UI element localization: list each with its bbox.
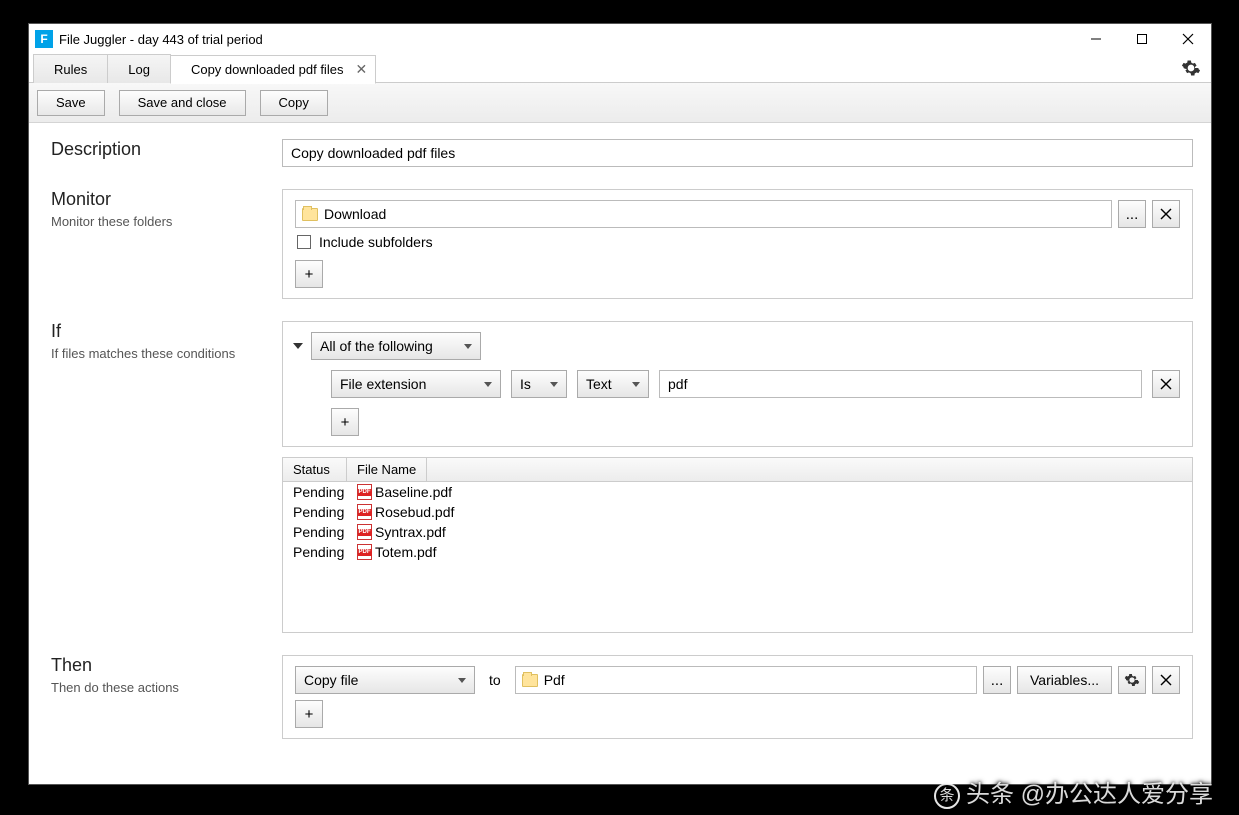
app-icon: F [35,30,53,48]
condition-operator-dropdown[interactable]: Is [511,370,567,398]
remove-action-button[interactable] [1152,666,1180,694]
add-condition-button[interactable]: + [331,408,359,436]
browse-folder-button[interactable]: ... [1118,200,1146,228]
pdf-icon [357,544,372,560]
settings-gear-icon[interactable] [1181,58,1201,83]
pdf-icon [357,504,372,520]
watermark: 条头条 @办公达人爱分享 [934,774,1213,809]
remove-condition-button[interactable] [1152,370,1180,398]
monitor-label: Monitor [51,189,282,210]
folder-icon [522,674,538,687]
description-input[interactable] [282,139,1193,167]
watermark-icon: 条 [934,783,960,809]
save-close-button[interactable]: Save and close [119,90,246,116]
col-filename[interactable]: File Name [347,458,427,481]
folder-icon [302,208,318,221]
monitor-sublabel: Monitor these folders [51,214,282,229]
cell-filename: Syntrax.pdf [357,524,446,540]
minimize-button[interactable] [1073,24,1119,54]
table-row[interactable]: PendingTotem.pdf [283,542,1192,562]
tab-log[interactable]: Log [107,54,171,83]
if-label: If [51,321,282,342]
tab-bar: Rules Log Copy downloaded pdf files ✕ [29,54,1211,83]
condition-type-dropdown[interactable]: Text [577,370,649,398]
save-button[interactable]: Save [37,90,105,116]
tab-active-rule[interactable]: Copy downloaded pdf files ✕ [170,55,376,84]
maximize-button[interactable] [1119,24,1165,54]
include-subfolders-label: Include subfolders [319,234,433,250]
close-button[interactable] [1165,24,1211,54]
cell-filename: Baseline.pdf [357,484,452,500]
condition-value-input[interactable] [659,370,1142,398]
include-subfolders-checkbox[interactable] [297,235,311,249]
copy-button[interactable]: Copy [260,90,328,116]
monitor-folder-input[interactable]: Download [295,200,1112,228]
pdf-icon [357,524,372,540]
col-status[interactable]: Status [283,458,347,481]
cell-filename: Totem.pdf [357,544,436,560]
action-settings-button[interactable] [1118,666,1146,694]
monitor-folder-name: Download [324,206,386,222]
application-window: F File Juggler - day 443 of trial period… [28,23,1212,785]
cell-status: Pending [293,544,357,560]
cell-status: Pending [293,504,357,520]
monitor-section: Monitor Monitor these folders Download .… [47,189,1193,299]
description-section: Description [47,139,1193,167]
to-label: to [489,672,501,688]
table-row[interactable]: PendingRosebud.pdf [283,502,1192,522]
table-row[interactable]: PendingSyntrax.pdf [283,522,1192,542]
cell-filename: Rosebud.pdf [357,504,454,520]
condition-field-dropdown[interactable]: File extension [331,370,501,398]
destination-folder-input[interactable]: Pdf [515,666,977,694]
destination-folder-name: Pdf [544,672,565,688]
if-section: If If files matches these conditions All… [47,321,1193,633]
tab-rules[interactable]: Rules [33,54,108,83]
then-sublabel: Then do these actions [51,680,282,695]
remove-folder-button[interactable] [1152,200,1180,228]
cell-status: Pending [293,484,357,500]
browse-destination-button[interactable]: ... [983,666,1011,694]
toolbar: Save Save and close Copy [29,83,1211,123]
description-label: Description [51,139,282,160]
then-section: Then Then do these actions Copy file to … [47,655,1193,739]
pdf-icon [357,484,372,500]
titlebar: F File Juggler - day 443 of trial period [29,24,1211,54]
if-sublabel: If files matches these conditions [51,346,282,361]
add-action-button[interactable]: + [295,700,323,728]
match-mode-dropdown[interactable]: All of the following [311,332,481,360]
tab-close-icon[interactable]: ✕ [355,61,367,78]
tab-active-label: Copy downloaded pdf files [191,62,344,77]
variables-button[interactable]: Variables... [1017,666,1112,694]
preview-table: Status File Name PendingBaseline.pdfPend… [282,457,1193,633]
table-row[interactable]: PendingBaseline.pdf [283,482,1192,502]
cell-status: Pending [293,524,357,540]
then-label: Then [51,655,282,676]
action-dropdown[interactable]: Copy file [295,666,475,694]
window-title: File Juggler - day 443 of trial period [59,32,263,47]
expand-icon[interactable] [293,343,303,349]
add-monitor-folder-button[interactable]: + [295,260,323,288]
